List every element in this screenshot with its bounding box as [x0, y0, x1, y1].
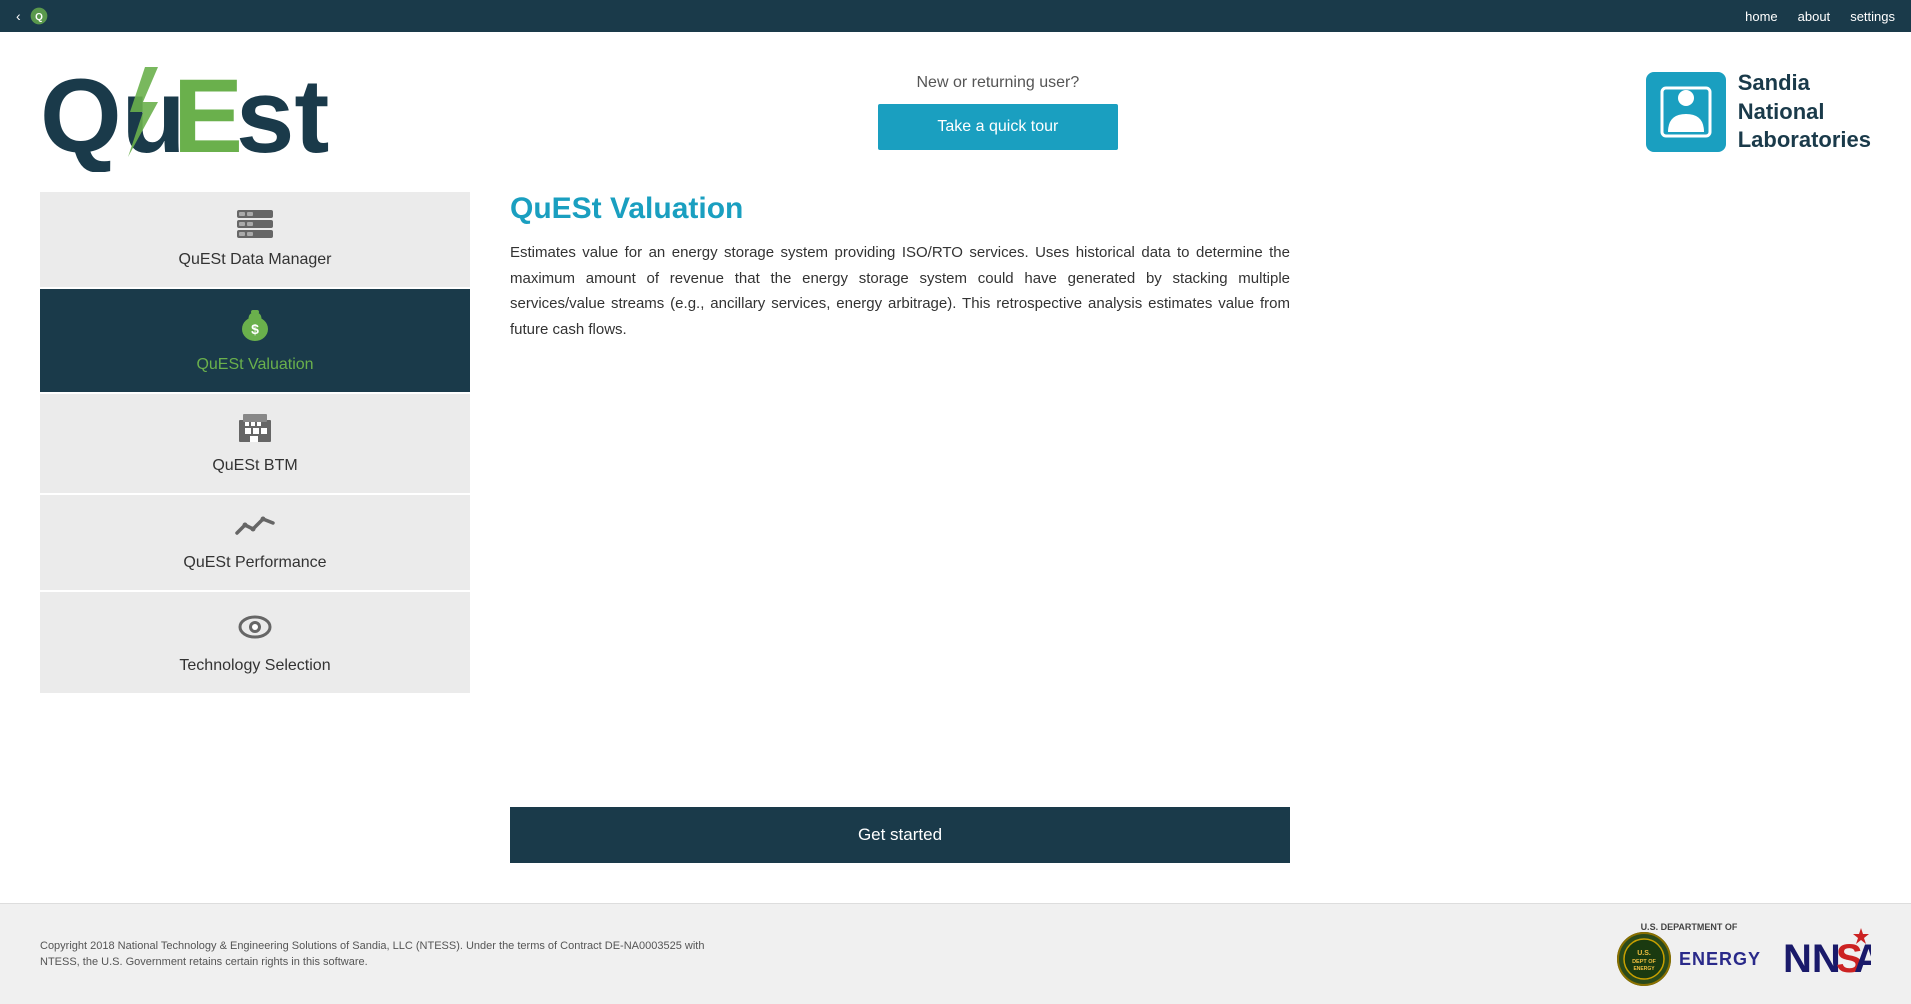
svg-text:DEPT OF: DEPT OF	[1632, 959, 1656, 965]
header-row: Qu E st New or returning user? Take a qu…	[0, 32, 1911, 182]
btm-icon	[237, 412, 273, 451]
content-row: QuESt Data Manager $ QuESt Valuation	[0, 182, 1911, 903]
svg-text:NN: NN	[1783, 937, 1841, 981]
valuation-icon-svg: $	[239, 307, 271, 343]
svg-text:A: A	[1854, 937, 1871, 981]
nav-home[interactable]: home	[1745, 9, 1778, 24]
btm-icon-svg	[237, 412, 273, 444]
doe-logo: U.S. DEPARTMENT OF U.S. DEPT OF ENERGY E…	[1617, 922, 1761, 986]
footer-copyright: Copyright 2018 National Technology & Eng…	[40, 938, 740, 971]
svg-text:Q: Q	[35, 12, 43, 23]
doe-label: U.S. DEPARTMENT OF	[1641, 922, 1738, 932]
quest-logo: Qu E st	[40, 52, 350, 172]
footer: Copyright 2018 National Technology & Eng…	[0, 903, 1911, 1004]
nav-about[interactable]: about	[1798, 9, 1831, 24]
svg-text:Qu: Qu	[40, 58, 186, 172]
tour-button[interactable]: Take a quick tour	[878, 104, 1118, 150]
module-title: QuESt Valuation	[510, 192, 1871, 226]
doe-circle-icon: U.S. DEPT OF ENERGY	[1617, 932, 1671, 986]
tech-selection-icon	[238, 610, 272, 651]
topbar-left: ‹ Q	[16, 6, 49, 26]
data-manager-icon-svg	[237, 210, 273, 238]
performance-icon	[235, 513, 275, 548]
valuation-icon: $	[239, 307, 271, 350]
module-description: Estimates value for an energy storage sy…	[510, 240, 1290, 342]
sidebar-label-data-manager: QuESt Data Manager	[179, 251, 332, 269]
header-center: New or returning user? Take a quick tour	[878, 74, 1118, 150]
sidebar-label-btm: QuESt BTM	[212, 457, 297, 475]
get-started-button[interactable]: Get started	[510, 807, 1290, 863]
doe-seal-svg: U.S. DEPT OF ENERGY	[1617, 932, 1671, 986]
sandia-icon-svg	[1658, 84, 1714, 140]
sidebar-item-performance[interactable]: QuESt Performance	[40, 495, 470, 590]
topbar-nav: home about settings	[1745, 9, 1895, 24]
right-content: QuESt Valuation Estimates value for an e…	[510, 182, 1871, 883]
sidebar-item-btm[interactable]: QuESt BTM	[40, 394, 470, 493]
energy-text: ENERGY	[1679, 949, 1761, 970]
sandia-logo: SandiaNationalLaboratories	[1646, 69, 1871, 155]
svg-text:E: E	[173, 58, 243, 172]
sidebar-item-tech-selection[interactable]: Technology Selection	[40, 592, 470, 693]
new-returning-text: New or returning user?	[916, 74, 1079, 92]
data-manager-icon	[237, 210, 273, 245]
main-wrapper: Qu E st New or returning user? Take a qu…	[0, 32, 1911, 903]
sidebar: QuESt Data Manager $ QuESt Valuation	[40, 192, 470, 883]
back-arrow-icon[interactable]: ‹	[16, 8, 21, 24]
sidebar-label-performance: QuESt Performance	[183, 554, 326, 572]
performance-icon-svg	[235, 513, 275, 541]
topbar-logo-icon: Q	[29, 6, 49, 26]
svg-text:$: $	[251, 321, 259, 337]
sidebar-label-valuation: QuESt Valuation	[196, 356, 313, 374]
sandia-text: SandiaNationalLaboratories	[1738, 69, 1871, 155]
topbar: ‹ Q home about settings	[0, 0, 1911, 32]
quest-logo-svg: Qu E st	[40, 52, 350, 172]
svg-text:st: st	[236, 58, 329, 172]
energy-text-wrapper: ENERGY	[1679, 949, 1761, 970]
nnsa-logo: NN S A	[1781, 926, 1871, 982]
nnsa-logo-svg: NN S A	[1781, 926, 1871, 982]
sidebar-item-valuation[interactable]: $ QuESt Valuation	[40, 289, 470, 392]
sidebar-label-tech-selection: Technology Selection	[179, 657, 330, 675]
tech-selection-icon-svg	[238, 610, 272, 644]
svg-text:U.S.: U.S.	[1637, 950, 1651, 957]
sidebar-item-data-manager[interactable]: QuESt Data Manager	[40, 192, 470, 287]
footer-logos: U.S. DEPARTMENT OF U.S. DEPT OF ENERGY E…	[1617, 922, 1871, 986]
nav-settings[interactable]: settings	[1850, 9, 1895, 24]
sandia-icon	[1646, 72, 1726, 152]
svg-text:ENERGY: ENERGY	[1633, 966, 1655, 972]
